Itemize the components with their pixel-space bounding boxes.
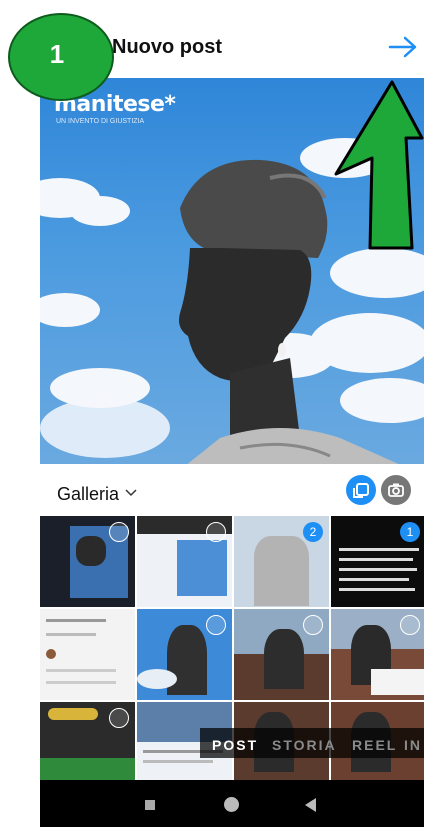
select-circle[interactable] — [303, 615, 323, 635]
select-multiple-button[interactable] — [346, 475, 376, 505]
gallery-thumbnail[interactable]: 2 — [234, 516, 329, 607]
step-number-badge: 1 — [8, 13, 114, 101]
recents-icon[interactable] — [145, 800, 155, 810]
gallery-thumbnail[interactable] — [137, 516, 232, 607]
back-icon[interactable] — [305, 798, 317, 812]
camera-icon — [388, 483, 404, 497]
select-circle[interactable] — [206, 615, 226, 635]
tab-post[interactable]: POST — [212, 737, 258, 753]
multi-select-icon — [353, 483, 369, 498]
home-icon[interactable] — [224, 797, 239, 812]
pointer-arrow-icon — [334, 80, 424, 250]
chevron-down-icon[interactable] — [125, 488, 137, 498]
gallery-thumbnail[interactable] — [137, 609, 232, 700]
gallery-thumbnail[interactable]: 1 — [331, 516, 424, 607]
select-circle[interactable] — [400, 615, 420, 635]
gallery-dropdown-label[interactable]: Galleria — [57, 484, 119, 505]
brand-tagline: UN INVENTO DI GIUSTIZIA — [56, 118, 145, 125]
select-circle[interactable] — [206, 522, 226, 542]
page-title: Nuovo post — [112, 36, 222, 58]
selection-number-badge[interactable]: 2 — [303, 522, 323, 542]
camera-button[interactable] — [381, 475, 411, 505]
tab-storia[interactable]: STORIA — [272, 737, 337, 753]
gallery-thumbnail[interactable] — [40, 609, 135, 700]
gallery-thumbnail[interactable] — [331, 609, 424, 700]
selection-number-badge[interactable]: 1 — [400, 522, 420, 542]
gallery-thumbnail[interactable] — [234, 609, 329, 700]
next-arrow-icon[interactable] — [388, 34, 418, 60]
select-circle[interactable] — [109, 708, 129, 728]
gallery-thumbnail[interactable] — [40, 702, 135, 780]
select-circle[interactable] — [109, 522, 129, 542]
gallery-thumbnail[interactable] — [40, 516, 135, 607]
tab-live[interactable]: IN — [404, 737, 422, 753]
step-number: 1 — [49, 38, 65, 69]
tab-reel[interactable]: REEL — [352, 737, 397, 753]
